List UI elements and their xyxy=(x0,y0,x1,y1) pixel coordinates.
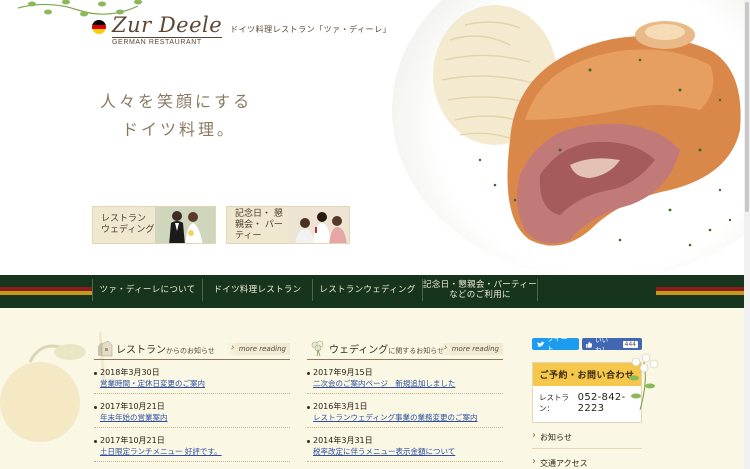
list-item: 2016年3月1日 レストランウェディング事業の業務変更のご案内 xyxy=(307,394,503,428)
wedding-banner-label: レストラン ウェディング xyxy=(101,214,155,235)
news-link[interactable]: レストランウェディング事業の業務変更のご案内 xyxy=(313,412,503,423)
logo-script: Zur Deele xyxy=(112,13,223,37)
nav-wedding[interactable]: レストランウェディング xyxy=(312,279,422,301)
wedding-news-header: ウェディングに関するお知らせ more reading xyxy=(307,338,503,360)
wedding-news-title: ウェディングに関するお知らせ xyxy=(307,341,444,356)
party-banner-label: 記念日・ 懇親会・ パーティー xyxy=(235,208,283,241)
party-people-image xyxy=(289,207,349,243)
news-link[interactable]: 営業時間・定休日変更のご案内 xyxy=(100,378,290,389)
news-link[interactable]: 二次会のご案内ページ 新規追加しました xyxy=(313,378,503,389)
list-item: 2017年10月21日 年末年始の営業案内 xyxy=(94,394,290,428)
tweet-label: ツイート xyxy=(546,335,568,353)
like-label: いいね！ xyxy=(595,336,609,354)
list-item: 2014年3月31日 税率改定に伴うメニュー表示金額について xyxy=(307,428,503,462)
news-date: 2017年10月21日 xyxy=(100,402,165,411)
content-area: レストランからのお知らせ more reading 2018年3月30日 営業時… xyxy=(0,308,750,469)
logo-subtitle: GERMAN RESTAURANT xyxy=(112,37,223,46)
flag-stripe-gold xyxy=(92,29,106,34)
logo-text-block: Zur Deele GERMAN RESTAURANT xyxy=(112,13,223,46)
restaurant-news-header: レストランからのお知らせ more reading xyxy=(94,338,290,360)
bouquet-icon xyxy=(311,340,324,357)
list-item: 2017年9月15日 二次会のご案内ページ 新規追加しました xyxy=(307,360,503,394)
wedding-couple-image xyxy=(155,207,215,243)
restaurant-news-list: 2018年3月30日 営業時間・定休日変更のご案内 2017年10月21日 年末… xyxy=(94,360,290,462)
german-flag-icon xyxy=(92,20,106,34)
wedding-news-title-main: ウェディング xyxy=(329,345,389,356)
nav-party[interactable]: 記念日・懇親会・パーティー などのご利用に xyxy=(422,279,538,301)
social-buttons: ツイート いいね！ 444 xyxy=(532,335,642,354)
flower-decoration xyxy=(629,353,659,411)
facebook-like-button[interactable]: いいね！ 444 xyxy=(581,336,642,354)
restaurant-news: レストランからのお知らせ more reading 2018年3月30日 営業時… xyxy=(94,338,290,462)
nav-about[interactable]: ツァ・ディーレについて xyxy=(92,279,202,301)
restaurant-news-title-main: レストラン xyxy=(116,345,166,356)
restaurant-more-link[interactable]: more reading xyxy=(224,343,290,355)
thumbs-up-icon xyxy=(585,341,592,348)
restaurant-building-icon xyxy=(98,340,113,357)
news-date: 2017年10月21日 xyxy=(100,436,165,445)
hero-section: Zur Deele GERMAN RESTAURANT ドイツ料理レストラン「ツ… xyxy=(0,0,750,275)
news-link[interactable]: 年末年始の営業案内 xyxy=(100,412,290,423)
news-date: 2016年3月1日 xyxy=(313,402,368,411)
nav-restaurant[interactable]: ドイツ料理レストラン xyxy=(202,279,312,301)
news-date: 2018年3月30日 xyxy=(100,368,160,377)
party-banner[interactable]: 記念日・ 懇親会・ パーティー xyxy=(226,206,350,244)
wedding-news: ウェディングに関するお知らせ more reading 2017年9月15日 二… xyxy=(307,338,503,462)
like-count: 444 xyxy=(622,340,638,348)
list-item: 2017年10月21日 土日限定ランチメニュー 好評です。 xyxy=(94,428,290,462)
twitter-bird-icon xyxy=(537,341,545,347)
list-item: 2018年3月30日 営業時間・定休日変更のご案内 xyxy=(94,360,290,394)
wedding-news-list: 2017年9月15日 二次会のご案内ページ 新規追加しました 2016年3月1日… xyxy=(307,360,503,462)
catch-line-1: 人々を笑顔にする xyxy=(100,92,253,111)
restaurant-news-title-small: からのお知らせ xyxy=(166,347,215,355)
reservation-prefix: レストラン： xyxy=(539,393,569,413)
news-link[interactable]: 税率改定に伴うメニュー表示金額について xyxy=(313,446,503,457)
wedding-news-title-small: に関するお知らせ xyxy=(388,347,445,355)
catch-copy: 人々を笑顔にする ドイツ料理。 xyxy=(100,88,252,144)
pork-knuckle-dish-image xyxy=(433,5,741,247)
site-logo[interactable]: Zur Deele GERMAN RESTAURANT ドイツ料理レストラン「ツ… xyxy=(92,14,391,46)
news-date: 2014年3月31日 xyxy=(313,436,373,445)
vertical-scrollbar[interactable] xyxy=(744,0,750,469)
tweet-button[interactable]: ツイート xyxy=(532,335,579,353)
nav-items: ツァ・ディーレについて ドイツ料理レストラン レストランウェディング 記念日・懇… xyxy=(92,275,538,305)
sidebar-link-news[interactable]: お知らせ xyxy=(532,425,642,449)
catch-line-2: ドイツ料理。 xyxy=(122,120,237,139)
news-date: 2017年9月15日 xyxy=(313,368,373,377)
logo-japanese-name: ドイツ料理レストラン「ツァ・ディーレ」 xyxy=(230,25,392,34)
wedding-more-link[interactable]: more reading xyxy=(437,343,503,355)
sidebar-link-access[interactable]: 交通アクセス xyxy=(532,451,642,469)
news-link[interactable]: 土日限定ランチメニュー 好評です。 xyxy=(100,446,290,457)
global-nav: ツァ・ディーレについて ドイツ料理レストラン レストランウェディング 記念日・懇… xyxy=(0,275,750,308)
scrollbar-thumb[interactable] xyxy=(745,2,749,212)
wedding-banner[interactable]: レストラン ウェディング xyxy=(92,206,216,244)
